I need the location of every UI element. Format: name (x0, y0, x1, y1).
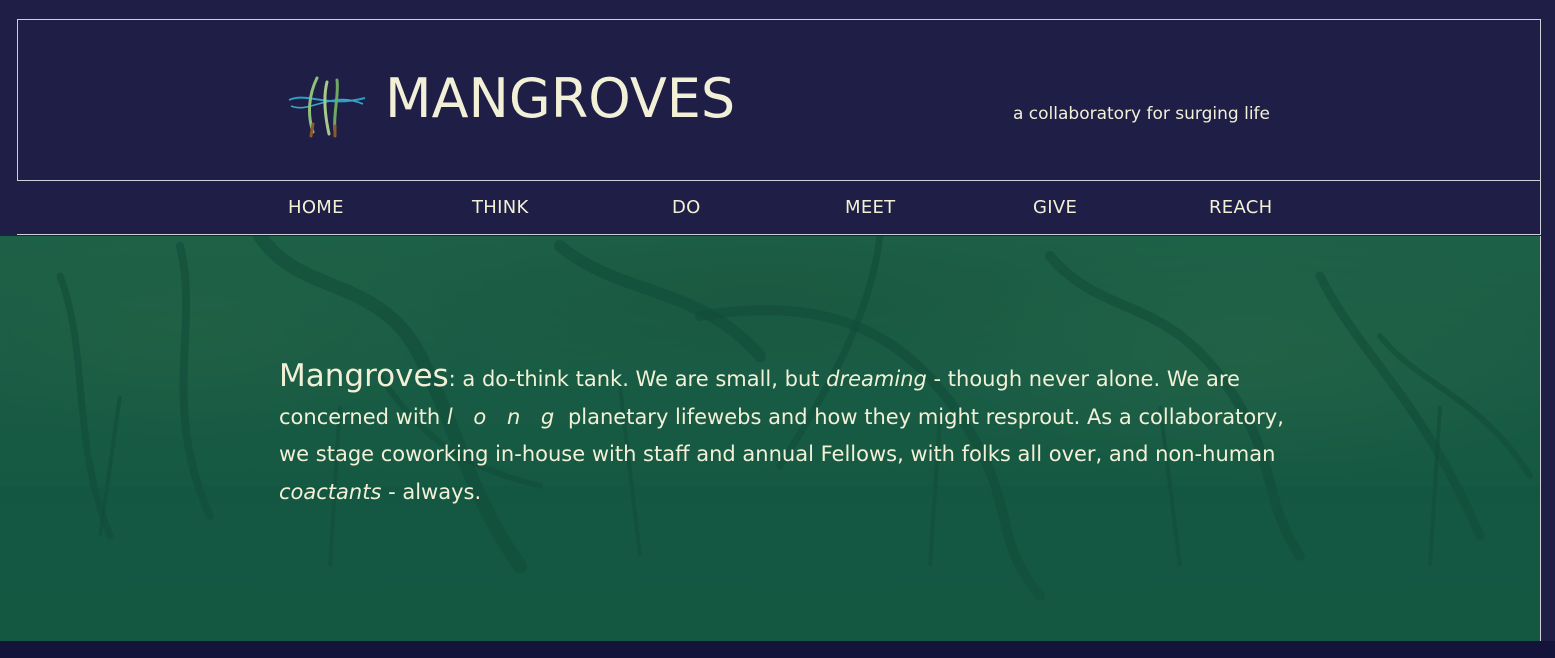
nav-item-home[interactable]: HOME (288, 197, 344, 218)
header (17, 19, 1541, 180)
hero-text-segment: : a do-think tank. We are small, but (448, 367, 827, 391)
nav-item-do[interactable]: DO (672, 197, 701, 218)
mangrove-roots-logo-icon[interactable] (287, 74, 367, 138)
nav-item-think[interactable]: THINK (472, 197, 529, 218)
main-nav: HOME THINK DO MEET GIVE REACH (17, 180, 1541, 235)
hero-intro-paragraph: Mangroves: a do-think tank. We are small… (279, 358, 1289, 511)
hero-text-segment: - always. (381, 479, 482, 504)
hero-emphasis: coactants (279, 479, 382, 504)
hero-emphasis: l o n g (446, 404, 562, 429)
nav-item-meet[interactable]: MEET (845, 197, 895, 218)
nav-item-reach[interactable]: REACH (1209, 197, 1272, 218)
footer-strip (0, 641, 1555, 658)
hero-emphasis: dreaming (826, 367, 927, 391)
site-tagline: a collaboratory for surging life (1012, 104, 1270, 124)
frame-divider (1540, 236, 1541, 658)
site-title[interactable]: MANGROVES (385, 64, 735, 134)
page: MANGROVES a collaboratory for surging li… (0, 0, 1555, 658)
nav-item-give[interactable]: GIVE (1033, 197, 1077, 218)
hero-lead-word: Mangroves (279, 358, 449, 394)
hero-banner: Mangroves: a do-think tank. We are small… (0, 236, 1541, 641)
